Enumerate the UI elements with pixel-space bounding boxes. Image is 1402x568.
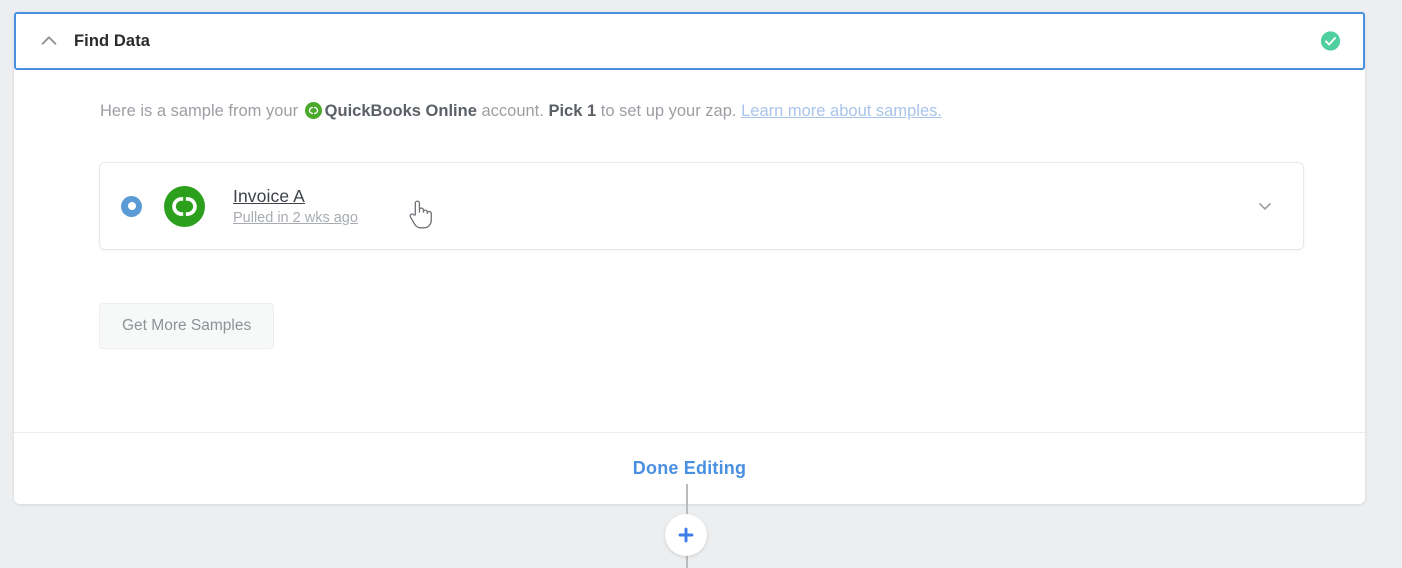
done-editing-button[interactable]: Done Editing xyxy=(633,458,746,479)
intro-text-after-pick: to set up your zap. xyxy=(601,102,737,120)
sample-meta: Pulled in 2 wks ago xyxy=(233,210,358,226)
intro-text-before: Here is a sample from your xyxy=(100,102,298,120)
step-footer: Done Editing xyxy=(14,432,1365,504)
radio-dot xyxy=(128,202,136,210)
step-body: Here is a sample from your QuickBooks On… xyxy=(14,70,1365,432)
app-name: QuickBooks Online xyxy=(325,102,477,120)
get-more-samples-button[interactable]: Get More Samples xyxy=(99,303,274,349)
sample-name[interactable]: Invoice A xyxy=(233,186,358,207)
intro-text-after-app: account. xyxy=(481,102,543,120)
step-header[interactable]: Find Data xyxy=(14,12,1365,70)
add-step-button[interactable] xyxy=(665,514,707,556)
learn-more-samples-link[interactable]: Learn more about samples. xyxy=(741,102,942,120)
chevron-up-icon[interactable] xyxy=(38,30,60,52)
quickbooks-icon xyxy=(305,102,322,119)
sample-details: Invoice A Pulled in 2 wks ago xyxy=(233,186,358,226)
check-circle-icon xyxy=(1320,31,1341,52)
plus-icon xyxy=(675,524,697,546)
zap-step-card: Find Data Here is a sample from your Qui… xyxy=(14,12,1365,504)
radio-selected-icon[interactable] xyxy=(121,196,142,217)
sample-row[interactable]: Invoice A Pulled in 2 wks ago xyxy=(99,162,1304,250)
sample-intro-text: Here is a sample from your QuickBooks On… xyxy=(100,100,1365,122)
chevron-down-icon[interactable] xyxy=(1255,196,1275,216)
quickbooks-icon xyxy=(164,186,205,227)
page-title: Find Data xyxy=(74,32,150,51)
pick-emphasis: Pick 1 xyxy=(548,102,596,120)
